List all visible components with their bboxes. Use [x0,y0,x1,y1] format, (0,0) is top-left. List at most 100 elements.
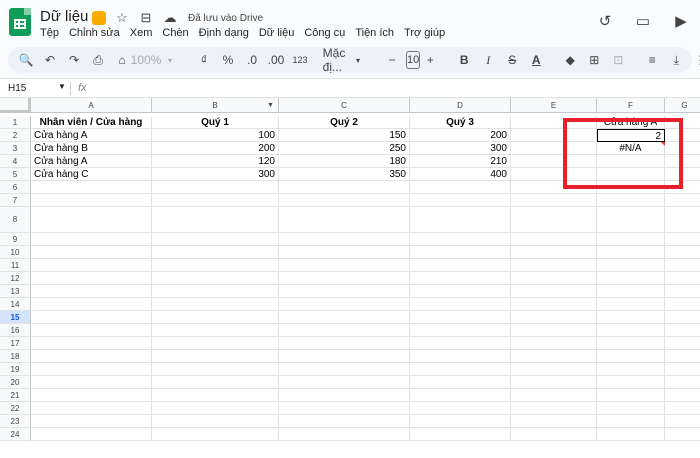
cell[interactable] [597,389,665,402]
chevron-down-icon[interactable]: ▾ [348,49,368,71]
cell[interactable] [410,194,511,207]
cell[interactable] [511,389,597,402]
fill-color-icon[interactable]: ◆ [560,49,580,71]
meet-icon[interactable]: ▶ [672,12,690,30]
cell[interactable] [152,428,279,441]
select-all-corner[interactable] [0,98,31,113]
cell[interactable] [597,259,665,272]
cell[interactable] [152,363,279,376]
cell[interactable] [665,428,700,441]
cell[interactable] [31,272,152,285]
data-cell[interactable]: Cửa hàng A [31,155,152,168]
lookup-criteria-cell[interactable]: Cửa hàng A [597,116,665,129]
cell[interactable] [597,337,665,350]
cell[interactable] [665,116,700,129]
cell[interactable] [597,181,665,194]
cell[interactable] [279,298,410,311]
cell[interactable] [511,298,597,311]
comment-icon[interactable]: ▭ [634,12,652,30]
menu-insert[interactable]: Chèn [162,27,188,39]
cell[interactable] [31,207,152,233]
cell[interactable] [511,246,597,259]
cell[interactable] [31,259,152,272]
number-format-button[interactable]: 123 [290,49,310,71]
increase-decimal-button[interactable]: .00 [266,49,286,71]
cell[interactable] [410,428,511,441]
cell[interactable] [410,285,511,298]
cell[interactable] [511,285,597,298]
cell[interactable] [31,233,152,246]
font-size-input[interactable]: 10 [406,51,421,69]
cell[interactable] [511,155,597,168]
row-header-8[interactable]: 8 [0,207,31,233]
cell[interactable] [410,233,511,246]
move-folder-icon[interactable]: ⊟ [138,10,154,26]
data-cell[interactable]: 400 [410,168,511,181]
cell[interactable] [511,363,597,376]
cell[interactable] [597,428,665,441]
data-cell[interactable]: Cửa hàng B [31,142,152,155]
search-icon[interactable]: 🔍 [16,49,36,71]
column-header-c[interactable]: C [279,98,410,113]
history-icon[interactable]: ↺ [596,12,614,30]
cell[interactable] [279,363,410,376]
cell[interactable] [152,246,279,259]
cell[interactable] [410,298,511,311]
cell[interactable] [511,259,597,272]
header-cell[interactable]: Quý 2 [279,116,410,129]
cell[interactable] [410,376,511,389]
cell[interactable] [31,415,152,428]
decrease-decimal-button[interactable]: .0 [242,49,262,71]
cell[interactable] [665,142,700,155]
cell[interactable] [152,350,279,363]
menu-tools[interactable]: Công cụ [304,27,345,39]
cell[interactable] [511,311,597,324]
data-cell[interactable]: 120 [152,155,279,168]
cell[interactable] [597,324,665,337]
data-cell[interactable]: 200 [152,142,279,155]
cell[interactable] [152,259,279,272]
row-header-6[interactable]: 6 [0,181,31,194]
data-cell[interactable]: 100 [152,129,279,142]
row-header-14[interactable]: 14 [0,298,31,311]
sheets-logo-icon[interactable] [9,8,31,36]
cell[interactable] [152,298,279,311]
cell[interactable] [279,246,410,259]
cell[interactable] [597,363,665,376]
row-header-3[interactable]: 3 [0,142,31,155]
cell[interactable] [665,350,700,363]
row-header-4[interactable]: 4 [0,155,31,168]
cell[interactable] [279,402,410,415]
cell[interactable] [511,194,597,207]
spreadsheet-grid[interactable]: A B ▼ C D E F G 1 2 3 4 5 6 7 8 9 10 11 12 13 14 15 16 1… [0,98,700,458]
data-cell[interactable]: 210 [410,155,511,168]
cell[interactable] [597,298,665,311]
cell[interactable] [665,402,700,415]
cell[interactable] [31,376,152,389]
data-cell[interactable]: 300 [152,168,279,181]
cell[interactable] [410,246,511,259]
cell[interactable] [31,337,152,350]
column-header-a[interactable]: A [31,98,152,113]
cell[interactable] [665,155,700,168]
cell[interactable] [665,298,700,311]
document-title[interactable]: Dữ liệu [40,8,88,25]
cell[interactable] [511,272,597,285]
error-cell[interactable]: #N/A [597,142,665,155]
cell[interactable] [152,285,279,298]
column-menu-icon[interactable]: ▼ [267,102,274,109]
cell[interactable] [279,194,410,207]
cell[interactable] [665,129,700,142]
row-header-17[interactable]: 17 [0,337,31,350]
column-header-f[interactable]: F [597,98,665,113]
horizontal-align-icon[interactable]: ≡ [642,49,662,71]
cell[interactable] [31,350,152,363]
row-header-20[interactable]: 20 [0,376,31,389]
cell[interactable] [597,402,665,415]
row-header-11[interactable]: 11 [0,259,31,272]
row-header-10[interactable]: 10 [0,246,31,259]
cell[interactable] [31,324,152,337]
italic-button[interactable]: I [478,49,498,71]
cell[interactable] [152,272,279,285]
strikethrough-button[interactable]: S [502,49,522,71]
